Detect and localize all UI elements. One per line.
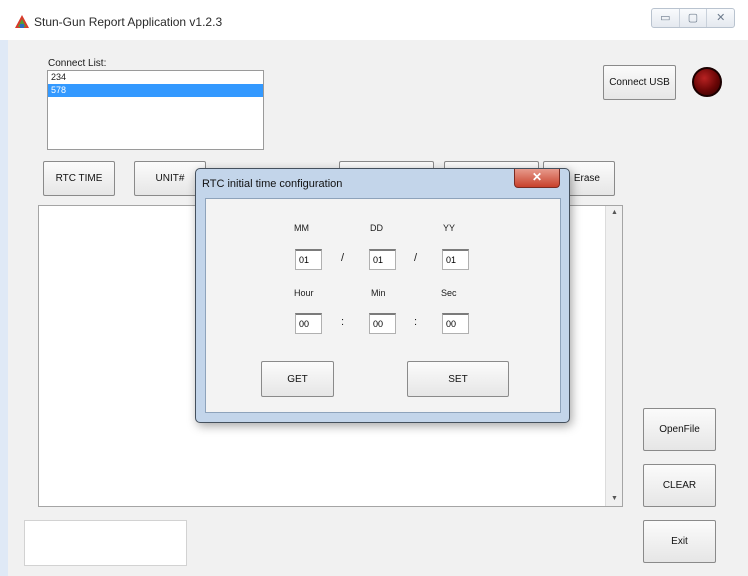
- window-edge: [0, 40, 8, 576]
- rtc-config-dialog: RTC initial time configuration ✕ MM DD Y…: [195, 168, 570, 423]
- maximize-button[interactable]: ▢: [680, 9, 708, 27]
- scroll-up-arrow-icon[interactable]: ▲: [606, 206, 623, 220]
- time-separator: :: [414, 316, 418, 328]
- open-file-button[interactable]: OpenFile: [643, 408, 716, 451]
- yy-label: YY: [443, 223, 456, 233]
- close-button[interactable]: ✕: [707, 9, 734, 27]
- connect-usb-button[interactable]: Connect USB: [603, 65, 676, 100]
- connect-list[interactable]: 234 578: [47, 70, 264, 150]
- clear-button[interactable]: CLEAR: [643, 464, 716, 507]
- dialog-content: MM DD YY / / Hour Min Sec : : GET SET: [205, 198, 561, 413]
- dialog-title: RTC initial time configuration: [202, 178, 343, 190]
- hour-label: Hour: [294, 288, 314, 298]
- window-controls: ▭ ▢ ✕: [651, 8, 735, 28]
- connect-list-label: Connect List:: [48, 58, 107, 69]
- dialog-close-icon[interactable]: ✕: [514, 169, 560, 188]
- dd-label: DD: [370, 223, 383, 233]
- hour-field[interactable]: [295, 313, 322, 334]
- vertical-scrollbar[interactable]: ▲ ▼: [605, 206, 622, 506]
- window-title: Stun-Gun Report Application v1.2.3: [34, 15, 223, 29]
- scroll-down-arrow-icon[interactable]: ▼: [606, 492, 623, 506]
- app-icon: [14, 14, 30, 30]
- date-separator: /: [414, 252, 418, 264]
- time-separator: :: [341, 316, 345, 328]
- minute-field[interactable]: [369, 313, 396, 334]
- list-item-selected[interactable]: 578: [48, 84, 263, 97]
- sec-label: Sec: [441, 288, 457, 298]
- exit-button[interactable]: Exit: [643, 520, 716, 563]
- get-button[interactable]: GET: [261, 361, 334, 397]
- rtc-time-button[interactable]: RTC TIME: [43, 161, 115, 196]
- month-field[interactable]: [295, 249, 322, 270]
- min-label: Min: [371, 288, 386, 298]
- mm-label: MM: [294, 223, 309, 233]
- status-led: [692, 67, 722, 97]
- second-field[interactable]: [442, 313, 469, 334]
- date-separator: /: [341, 252, 345, 264]
- status-box: [24, 520, 187, 566]
- list-item[interactable]: 234: [48, 71, 263, 84]
- day-field[interactable]: [369, 249, 396, 270]
- minimize-button[interactable]: ▭: [652, 9, 680, 27]
- set-button[interactable]: SET: [407, 361, 509, 397]
- year-field[interactable]: [442, 249, 469, 270]
